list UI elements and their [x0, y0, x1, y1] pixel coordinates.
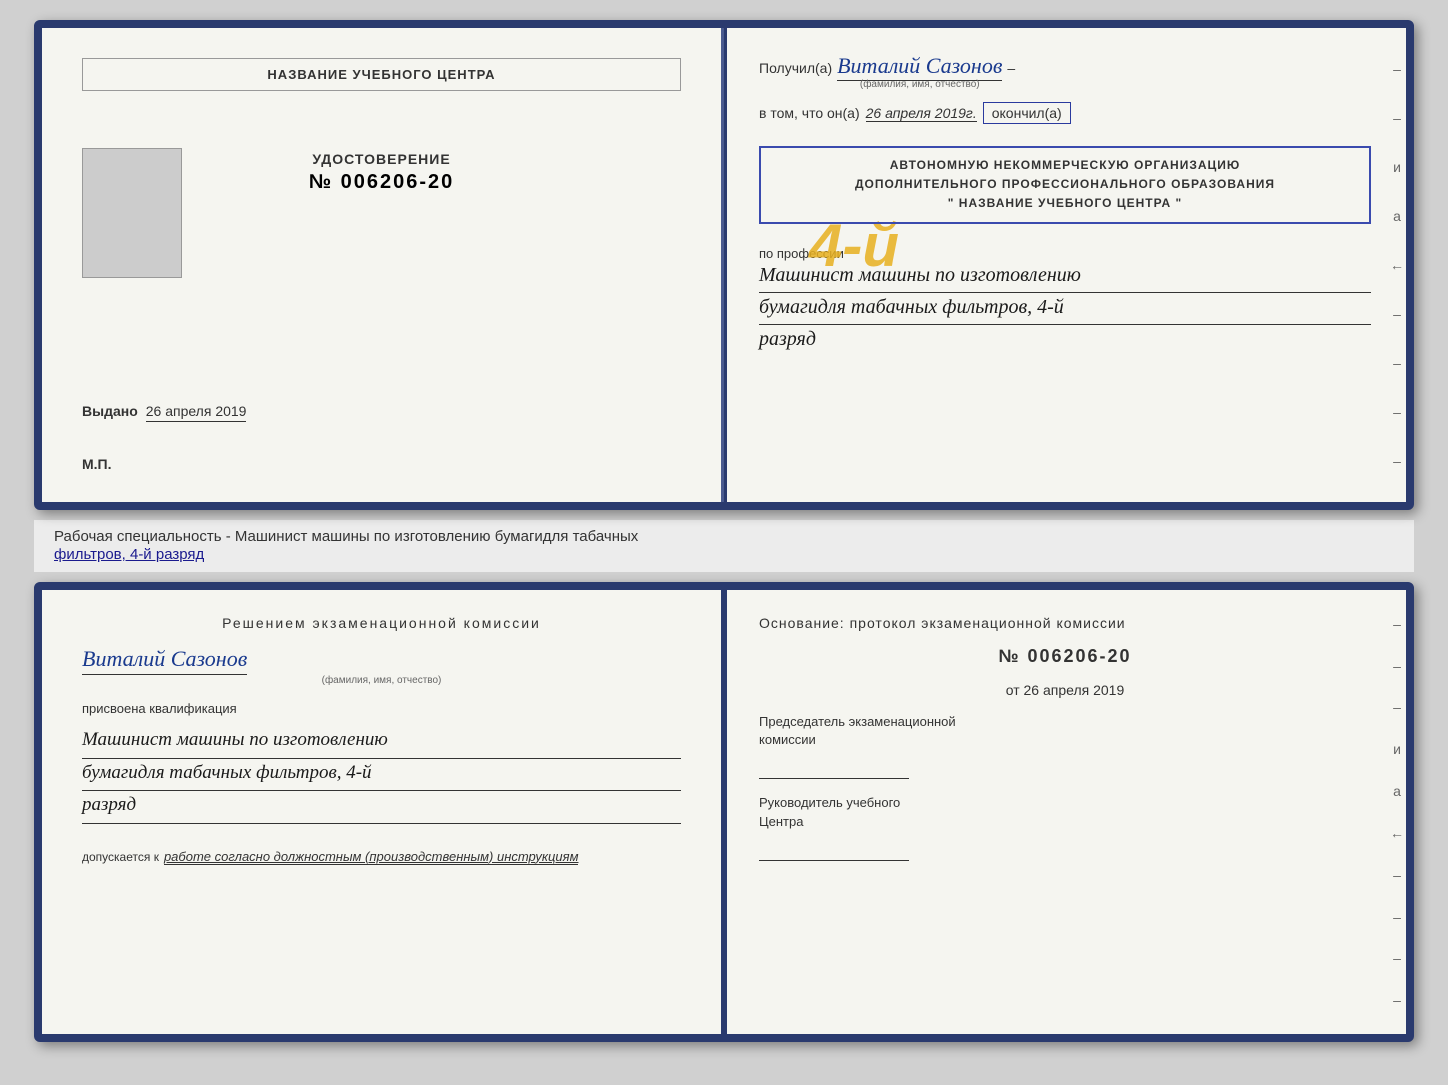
osnование-text: Основание: протокол экзаменационной коми…	[759, 615, 1371, 631]
recipient-subtitle-top: (фамилия, имя, отчество)	[837, 79, 1002, 90]
side-dash-6: –	[1393, 306, 1401, 322]
b-side-dash-2: –	[1393, 658, 1401, 674]
head-section: Руководитель учебного Центра	[759, 794, 1371, 860]
specialty-text-underline: фильтров, 4-й разряд	[54, 546, 204, 563]
udostoverenie-section: УДОСТОВЕРЕНИЕ № 006206-20	[309, 151, 455, 194]
side-dash-2: –	[1393, 110, 1401, 126]
specialty-strip: Рабочая специальность - Машинист машины …	[34, 520, 1414, 572]
side-dash-1: –	[1393, 61, 1401, 77]
допускается-value: работе согласно должностным (производств…	[164, 849, 579, 865]
qualification-line3: разряд	[82, 791, 681, 824]
specialty-text-normal: Рабочая специальность - Машинист машины …	[54, 528, 638, 545]
vydano-section: Выдано 26 апреля 2019	[82, 403, 681, 422]
recipient-prefix: Получил(а)	[759, 60, 832, 76]
profession-line2-top: бумагидля табачных фильтров, 4-й	[759, 293, 1371, 325]
head-label: Руководитель учебного Центра	[759, 794, 1371, 830]
chairman-signature-line	[759, 759, 909, 779]
b-side-dash-5: а	[1393, 783, 1401, 799]
bottom-right-page: Основание: протокол экзаменационной коми…	[724, 590, 1406, 1034]
b-side-dash-3: –	[1393, 699, 1401, 715]
mp-label: М.П.	[82, 456, 112, 472]
side-dash-9: –	[1393, 453, 1401, 469]
qualification-line2: бумагидля табачных фильтров, 4-й	[82, 759, 681, 792]
bottom-left-page: Решением экзаменационной комиссии Витали…	[42, 590, 724, 1034]
допускается-label: допускается к работе согласно должностны…	[82, 849, 681, 865]
photo-placeholder	[82, 148, 182, 278]
vtom-line: в том, что он(а) 26 апреля 2019г. окончи…	[759, 102, 1371, 124]
person-name-bottom: Виталий Сазонов	[82, 646, 247, 675]
vydano-date-top: 26 апреля 2019	[146, 403, 247, 422]
b-side-dash-1: –	[1393, 616, 1401, 632]
side-dash-3: и	[1393, 159, 1401, 175]
qualification-line1: Машинист машины по изготовлению	[82, 726, 681, 759]
b-side-dash-7: –	[1393, 867, 1401, 883]
cert-number-top: № 006206-20	[309, 171, 455, 194]
side-dash-5: ←	[1390, 257, 1404, 273]
top-right-decorations: – – и а ← – – – –	[1388, 28, 1406, 502]
top-left-page: НАЗВАНИЕ УЧЕБНОГО ЦЕНТРА УДОСТОВЕРЕНИЕ №…	[42, 28, 724, 502]
vtom-prefix: в том, что он(а)	[759, 105, 860, 121]
b-side-dash-4: и	[1393, 741, 1401, 757]
top-right-page: Получил(а) Виталий Сазонов (фамилия, имя…	[724, 28, 1406, 502]
b-side-dash-9: –	[1393, 950, 1401, 966]
b-side-dash-8: –	[1393, 909, 1401, 925]
udostoverenie-title: УДОСТОВЕРЕНИЕ	[309, 151, 455, 167]
chairman-label: Председатель экзаменационной комиссии	[759, 713, 1371, 749]
bottom-document: Решением экзаменационной комиссии Витали…	[34, 582, 1414, 1042]
recipient-name-top: Виталий Сазонов	[837, 53, 1002, 81]
side-dash-8: –	[1393, 404, 1401, 420]
profession-line3-top: разряд	[759, 325, 1371, 353]
b-side-dash-6: ←	[1390, 825, 1404, 841]
protocol-number: № 006206-20	[759, 646, 1371, 667]
head-signature-line	[759, 841, 909, 861]
protocol-date-value: 26 апреля 2019	[1024, 682, 1125, 698]
commission-decision: Решением экзаменационной комиссии	[82, 615, 681, 631]
org-stamp: АВТОНОМНУЮ НЕКОММЕРЧЕСКУЮ ОРГАНИЗАЦИЮ ДО…	[759, 146, 1371, 224]
side-dash-4: а	[1393, 208, 1401, 224]
vtom-okончил: окончил(а)	[983, 102, 1071, 124]
chairman-section: Председатель экзаменационной комиссии	[759, 713, 1371, 779]
org-stamp-line3: " НАЗВАНИЕ УЧЕБНОГО ЦЕНТРА "	[776, 194, 1354, 213]
side-dash-7: –	[1393, 355, 1401, 371]
b-side-dash-10: –	[1393, 992, 1401, 1008]
org-stamp-line1: АВТОНОМНУЮ НЕКОММЕРЧЕСКУЮ ОРГАНИЗАЦИЮ	[776, 156, 1354, 175]
assigned-label: присвоена квалификация	[82, 701, 681, 716]
org-stamp-line2: ДОПОЛНИТЕЛЬНОГО ПРОФЕССИОНАЛЬНОГО ОБРАЗО…	[776, 175, 1354, 194]
bottom-right-decorations: – – – и а ← – – – –	[1388, 590, 1406, 1034]
page-container: НАЗВАНИЕ УЧЕБНОГО ЦЕНТРА УДОСТОВЕРЕНИЕ №…	[0, 0, 1448, 1085]
training-center-label: НАЗВАНИЕ УЧЕБНОГО ЦЕНТРА	[82, 58, 681, 91]
vtom-date: 26 апреля 2019г.	[866, 105, 977, 122]
vydano-label: Выдано	[82, 403, 138, 419]
top-document: НАЗВАНИЕ УЧЕБНОГО ЦЕНТРА УДОСТОВЕРЕНИЕ №…	[34, 20, 1414, 510]
допускается-section: допускается к работе согласно должностны…	[82, 849, 681, 865]
protocol-date-prefix: от	[1006, 682, 1020, 698]
recipient-line: Получил(а) Виталий Сазонов (фамилия, имя…	[759, 53, 1371, 90]
protocol-date: от 26 апреля 2019	[759, 682, 1371, 698]
fio-subtitle-bottom: (фамилия, имя, отчество)	[82, 675, 681, 686]
